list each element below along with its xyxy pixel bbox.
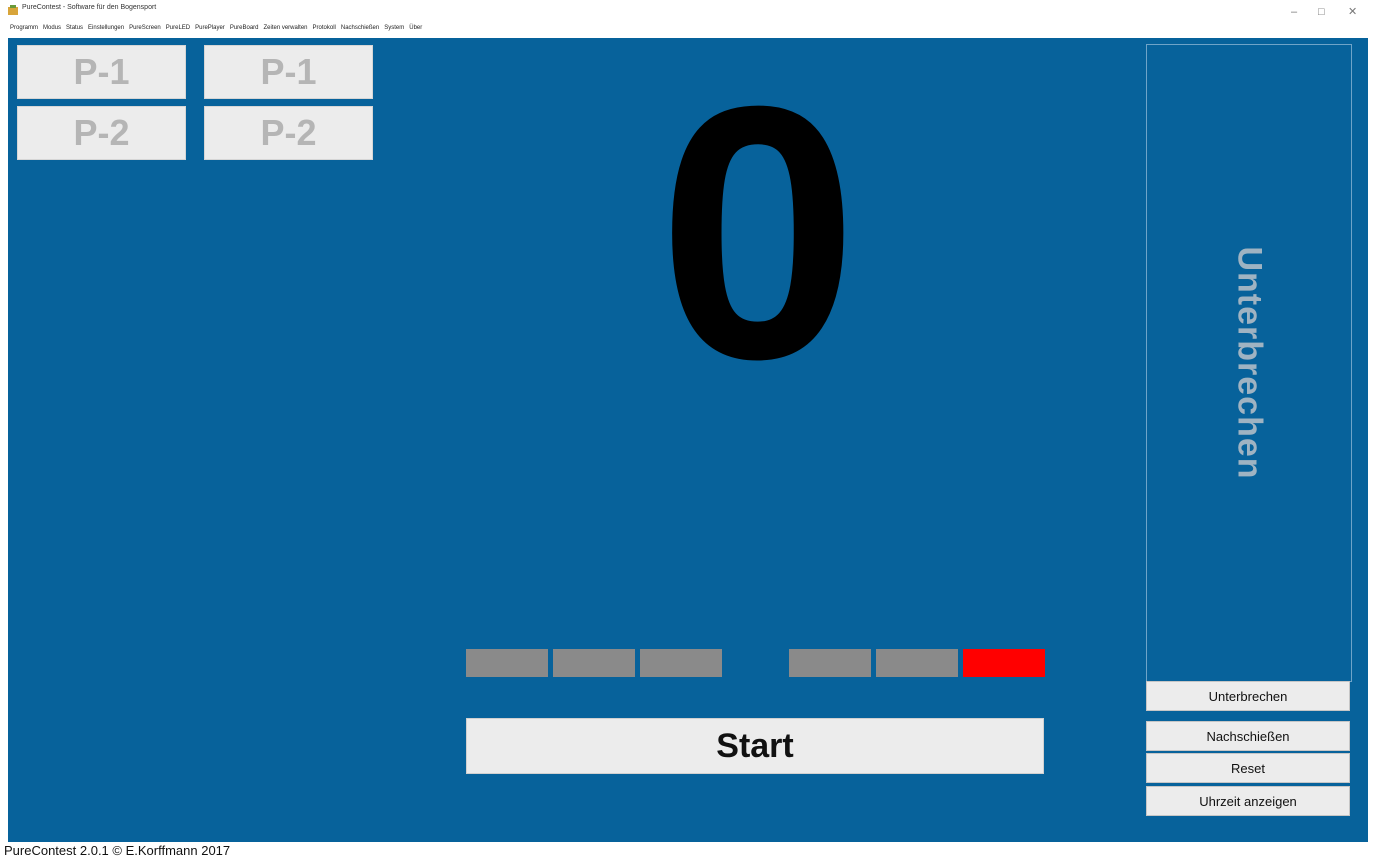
menu-ueber[interactable]: Über <box>409 25 422 37</box>
start-button[interactable]: Start <box>466 718 1044 774</box>
player-right-p1-button[interactable]: P-1 <box>204 45 373 99</box>
indicator-4 <box>789 649 871 677</box>
indicator-5 <box>876 649 958 677</box>
indicator-6 <box>963 649 1045 677</box>
indicator-3 <box>640 649 722 677</box>
unterbrechen-vertical-label: Unterbrechen <box>1230 246 1269 480</box>
menu-einstellungen[interactable]: Einstellungen <box>88 25 124 37</box>
menu-modus[interactable]: Modus <box>43 25 61 37</box>
menu-zeiten-verwalten[interactable]: Zeiten verwalten <box>264 25 308 37</box>
menu-status[interactable]: Status <box>66 25 83 37</box>
menu-system[interactable]: System <box>384 25 404 37</box>
reset-button[interactable]: Reset <box>1146 753 1350 783</box>
menu-purescreen[interactable]: PureScreen <box>129 25 161 37</box>
minimize-button[interactable]: – <box>1291 6 1297 18</box>
status-text: PureContest 2.0.1 © E.Korffmann 2017 <box>4 843 231 858</box>
player-left-p1-button[interactable]: P-1 <box>17 45 186 99</box>
menu-pureled[interactable]: PureLED <box>166 25 190 37</box>
player-left-p2-button[interactable]: P-2 <box>17 106 186 160</box>
status-bar: PureContest 2.0.1 © E.Korffmann 2017 <box>0 842 1377 859</box>
nachschiessen-button[interactable]: Nachschießen <box>1146 721 1350 751</box>
close-button[interactable]: ✕ <box>1348 6 1357 18</box>
menu-bar: Programm Modus Status Einstellungen Pure… <box>10 25 422 37</box>
countdown-display: 0 <box>657 32 859 434</box>
maximize-button[interactable]: □ <box>1318 6 1325 18</box>
menu-nachschiessen[interactable]: Nachschießen <box>341 25 379 37</box>
player-right-p2-button[interactable]: P-2 <box>204 106 373 160</box>
unterbrechen-button[interactable]: Unterbrechen <box>1146 681 1350 711</box>
indicator-1 <box>466 649 548 677</box>
uhrzeit-anzeigen-button[interactable]: Uhrzeit anzeigen <box>1146 786 1350 816</box>
menu-pureplayer[interactable]: PurePlayer <box>195 25 225 37</box>
app-icon <box>8 5 18 15</box>
title-bar: PureContest - Software für den Bogenspor… <box>0 0 1377 24</box>
main-panel: P-1 P-2 P-1 P-2 0 Start Unterbrechen Unt… <box>8 38 1368 842</box>
menu-pureboard[interactable]: PureBoard <box>230 25 259 37</box>
window-title: PureContest - Software für den Bogenspor… <box>22 4 157 11</box>
unterbrechen-panel-button[interactable]: Unterbrechen <box>1146 44 1352 682</box>
menu-programm[interactable]: Programm <box>10 25 38 37</box>
indicator-2 <box>553 649 635 677</box>
menu-protokoll[interactable]: Protokoll <box>313 25 336 37</box>
